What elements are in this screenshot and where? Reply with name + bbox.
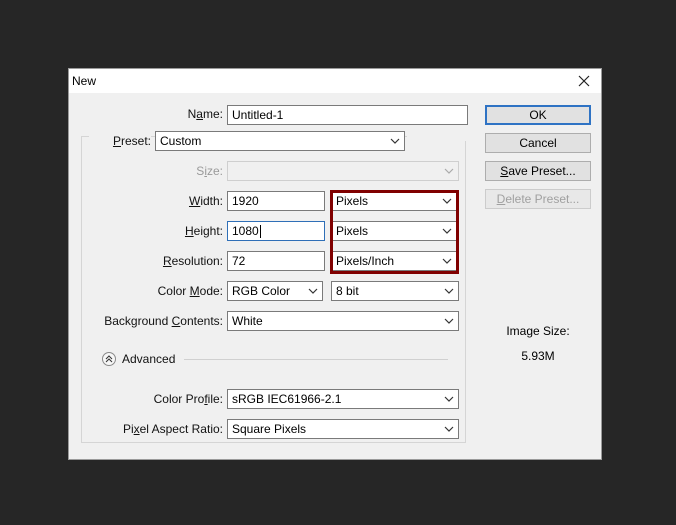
height-label: Height: <box>184 224 223 238</box>
image-size-value: 5.93M <box>521 349 555 363</box>
dialog-title: New <box>72 74 97 88</box>
group-box-gap <box>407 131 467 141</box>
chevron-down-icon <box>308 288 318 294</box>
title-bar: New <box>69 69 601 93</box>
color-mode-value: RGB Color <box>232 284 291 298</box>
chevron-down-icon <box>444 288 454 294</box>
close-icon <box>578 75 590 87</box>
advanced-label: Advanced <box>122 352 176 366</box>
delete-preset-button[interactable]: Delete Preset... <box>485 189 591 209</box>
resolution-input[interactable]: 72 <box>227 251 325 271</box>
height-value: 1080 <box>232 224 259 238</box>
chevron-down-icon <box>444 426 454 432</box>
chevron-down-icon <box>444 396 454 402</box>
chevron-down-icon <box>444 318 454 324</box>
image-size-label: Image Size: <box>506 324 570 338</box>
save-preset-button[interactable]: Save Preset... <box>485 161 591 181</box>
advanced-divider <box>184 359 448 360</box>
text-caret <box>259 225 261 239</box>
color-mode-label: Color Mode: <box>157 284 223 298</box>
name-label: Name: <box>187 107 223 121</box>
name-input[interactable]: Untitled-1 <box>227 105 468 125</box>
pixel-aspect-ratio-value: Square Pixels <box>232 422 307 436</box>
width-label: Width: <box>188 194 223 208</box>
background-contents-label: Background Contents: <box>104 314 223 328</box>
chevron-down-icon <box>444 168 454 174</box>
color-profile-value: sRGB IEC61966-2.1 <box>232 392 342 406</box>
advanced-toggle[interactable] <box>102 352 116 366</box>
preset-select[interactable]: Custom <box>155 131 405 151</box>
chevron-down-icon <box>390 138 400 144</box>
bit-depth-select[interactable]: 8 bit <box>331 281 459 301</box>
background-contents-select[interactable]: White <box>227 311 459 331</box>
new-document-dialog: New Name: Untitled-1 Preset: Custom Size… <box>68 68 602 460</box>
resolution-label: Resolution: <box>162 254 223 268</box>
bit-depth-value: 8 bit <box>336 284 359 298</box>
color-profile-select[interactable]: sRGB IEC61966-2.1 <box>227 389 459 409</box>
preset-value: Custom <box>160 134 202 148</box>
background-contents-value: White <box>232 314 263 328</box>
pixel-aspect-ratio-select[interactable]: Square Pixels <box>227 419 459 439</box>
ok-button[interactable]: OK <box>485 105 591 125</box>
double-chevron-up-icon <box>105 355 113 363</box>
preset-label: Preset: <box>89 131 151 151</box>
close-button[interactable] <box>569 69 599 93</box>
pixel-aspect-ratio-label: Pixel Aspect Ratio: <box>122 422 223 436</box>
size-select[interactable] <box>227 161 459 181</box>
width-input[interactable]: 1920 <box>227 191 325 211</box>
height-input[interactable]: 1080 <box>227 221 325 241</box>
cancel-button[interactable]: Cancel <box>485 133 591 153</box>
color-mode-select[interactable]: RGB Color <box>227 281 323 301</box>
units-highlight-box <box>330 190 459 274</box>
color-profile-label: Color Profile: <box>153 392 223 406</box>
size-label: Size: <box>196 164 223 178</box>
